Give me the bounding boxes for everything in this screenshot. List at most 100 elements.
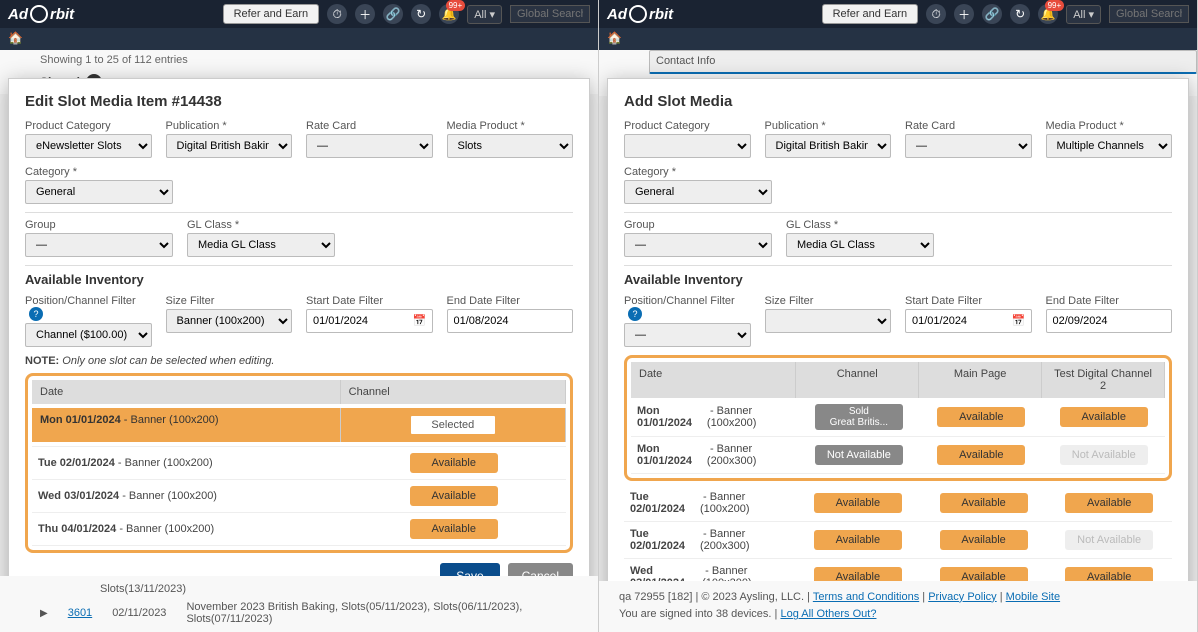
table-row: Mon 01/01/2024 - Banner (100x200) Selecte…: [32, 404, 566, 447]
status-not available: Not Available: [815, 445, 903, 465]
history-icon[interactable]: ↻: [1010, 4, 1030, 24]
secondbar-right: 🏠: [599, 28, 1197, 50]
row-date: Mon 01/01/2024 - Banner (200x300): [631, 441, 798, 469]
note-text: NOTE: Only one slot can be selected when…: [25, 355, 573, 367]
available-inventory-title: Available Inventory: [25, 272, 573, 287]
label-category: Category *: [25, 166, 173, 178]
bell-badge: 99+: [1045, 0, 1065, 11]
status-available[interactable]: Available: [937, 445, 1025, 465]
group-select[interactable]: —: [25, 233, 173, 257]
category-select[interactable]: General: [624, 180, 772, 204]
category-select[interactable]: General: [25, 180, 173, 204]
media-product-select[interactable]: Slots: [447, 134, 574, 158]
rate-card-select[interactable]: —: [905, 134, 1032, 158]
status-not available: Not Available: [1065, 530, 1153, 550]
publication-select[interactable]: Digital British Baking: [765, 134, 892, 158]
th-channel: Channel: [341, 380, 566, 404]
status-available[interactable]: Available: [410, 519, 498, 539]
edit-slot-modal: Edit Slot Media Item #14438 Product Cate…: [8, 78, 590, 602]
label-publication: Publication *: [166, 120, 293, 132]
status-selected[interactable]: Selected: [409, 414, 497, 436]
th-test-channel-2: Test Digital Channel 2: [1042, 362, 1165, 398]
table-row: Tue 02/01/2024 - Banner (200x300) Availa…: [624, 522, 1172, 559]
row-date: Mon 01/01/2024 - Banner (100x200): [631, 403, 798, 431]
privacy-link[interactable]: Privacy Policy: [928, 591, 996, 603]
media-product-select[interactable]: Multiple Channels: [1046, 134, 1173, 158]
logout-all-link[interactable]: Log All Others Out?: [780, 608, 876, 620]
order-link[interactable]: 3601: [68, 607, 92, 619]
end-date-input[interactable]: [1046, 309, 1173, 333]
secondbar-left: 🏠: [0, 28, 598, 50]
plus-icon[interactable]: ＋: [355, 4, 375, 24]
global-search-input[interactable]: [1109, 5, 1189, 23]
label-group: Group: [624, 219, 772, 231]
inventory-header-row: Date Channel Main Page Test Digital Chan…: [631, 362, 1165, 398]
bell-icon[interactable]: 🔔99+: [1038, 4, 1058, 24]
inventory-table-right-rest: Tue 02/01/2024 - Banner (100x200) Availa…: [624, 485, 1172, 596]
status-available[interactable]: Available: [940, 530, 1028, 550]
bell-badge: 99+: [446, 0, 466, 11]
status-available[interactable]: Available: [814, 493, 902, 513]
status-available[interactable]: Available: [814, 530, 902, 550]
label-end-date: End Date Filter: [447, 295, 574, 307]
all-dropdown[interactable]: All ▾: [467, 5, 502, 24]
refer-earn-button[interactable]: Refer and Earn: [223, 4, 320, 24]
rate-card-select[interactable]: —: [306, 134, 433, 158]
status-available[interactable]: Available: [1065, 493, 1153, 513]
th-date: Date: [631, 362, 796, 398]
status-available[interactable]: Available: [410, 453, 498, 473]
calendar-icon[interactable]: 📅: [1012, 314, 1026, 327]
link-icon[interactable]: 🔗: [383, 4, 403, 24]
label-gl-class: GL Class *: [786, 219, 934, 231]
plus-icon[interactable]: ＋: [954, 4, 974, 24]
terms-link[interactable]: Terms and Conditions: [813, 591, 919, 603]
help-icon[interactable]: ?: [29, 307, 43, 321]
bell-icon[interactable]: 🔔99+: [439, 4, 459, 24]
link-icon[interactable]: 🔗: [982, 4, 1002, 24]
history-icon[interactable]: ↻: [411, 4, 431, 24]
refer-earn-button[interactable]: Refer and Earn: [822, 4, 919, 24]
product-category-select[interactable]: [624, 134, 751, 158]
status-available[interactable]: Available: [937, 407, 1025, 427]
help-icon[interactable]: ?: [628, 307, 642, 321]
size-filter-select[interactable]: Banner (100x200): [166, 309, 293, 333]
table-row: Mon 01/01/2024 - Banner (100x200) SoldGr…: [631, 398, 1165, 437]
timer-icon[interactable]: ⏱: [327, 4, 347, 24]
showing-entries: Showing 1 to 25 of 112 entries: [0, 50, 598, 70]
timer-icon[interactable]: ⏱: [926, 4, 946, 24]
label-end-date: End Date Filter: [1046, 295, 1173, 307]
home-icon[interactable]: 🏠: [8, 31, 24, 47]
group-select[interactable]: —: [624, 233, 772, 257]
gl-class-select[interactable]: Media GL Class: [187, 233, 335, 257]
th-channel: Channel: [796, 362, 919, 398]
gl-class-select[interactable]: Media GL Class: [786, 233, 934, 257]
position-filter-select[interactable]: —: [624, 323, 751, 347]
end-date-input[interactable]: [447, 309, 574, 333]
expand-icon[interactable]: ▶: [40, 608, 48, 619]
mobile-link[interactable]: Mobile Site: [1006, 591, 1060, 603]
position-filter-select[interactable]: Channel ($100.00): [25, 323, 152, 347]
tab-contact-info[interactable]: Contact Info: [649, 50, 1197, 74]
modal-title: Edit Slot Media Item #14438: [25, 93, 573, 110]
th-date: Date: [32, 380, 341, 404]
status-available[interactable]: Available: [410, 486, 498, 506]
calendar-icon[interactable]: 📅: [413, 314, 427, 327]
status-available[interactable]: Available: [940, 493, 1028, 513]
label-rate-card: Rate Card: [306, 120, 433, 132]
table-row: Mon 01/01/2024 - Banner (200x300) Not Av…: [631, 437, 1165, 474]
home-icon[interactable]: 🏠: [607, 31, 623, 47]
status-available[interactable]: Available: [1060, 407, 1148, 427]
topbar-right: Adrbit Refer and Earn ⏱ ＋ 🔗 ↻ 🔔99+ All ▾: [599, 0, 1197, 28]
add-slot-modal: Add Slot Media Product Category Publicat…: [607, 78, 1189, 632]
label-publication: Publication *: [765, 120, 892, 132]
label-position-filter: Position/Channel Filter?: [25, 295, 152, 321]
all-dropdown[interactable]: All ▾: [1066, 5, 1101, 24]
size-filter-select[interactable]: [765, 309, 892, 333]
table-row: Tue 02/01/2024 - Banner (100x200) Availa…: [624, 485, 1172, 522]
row-date: Mon 01/01/2024 - Banner (100x200): [32, 408, 341, 442]
label-media-product: Media Product *: [1046, 120, 1173, 132]
product-category-select[interactable]: eNewsletter Slots: [25, 134, 152, 158]
global-search-input[interactable]: [510, 5, 590, 23]
table-row: Thu 04/01/2024 - Banner (100x200)Availab…: [32, 513, 566, 546]
publication-select[interactable]: Digital British Baking: [166, 134, 293, 158]
